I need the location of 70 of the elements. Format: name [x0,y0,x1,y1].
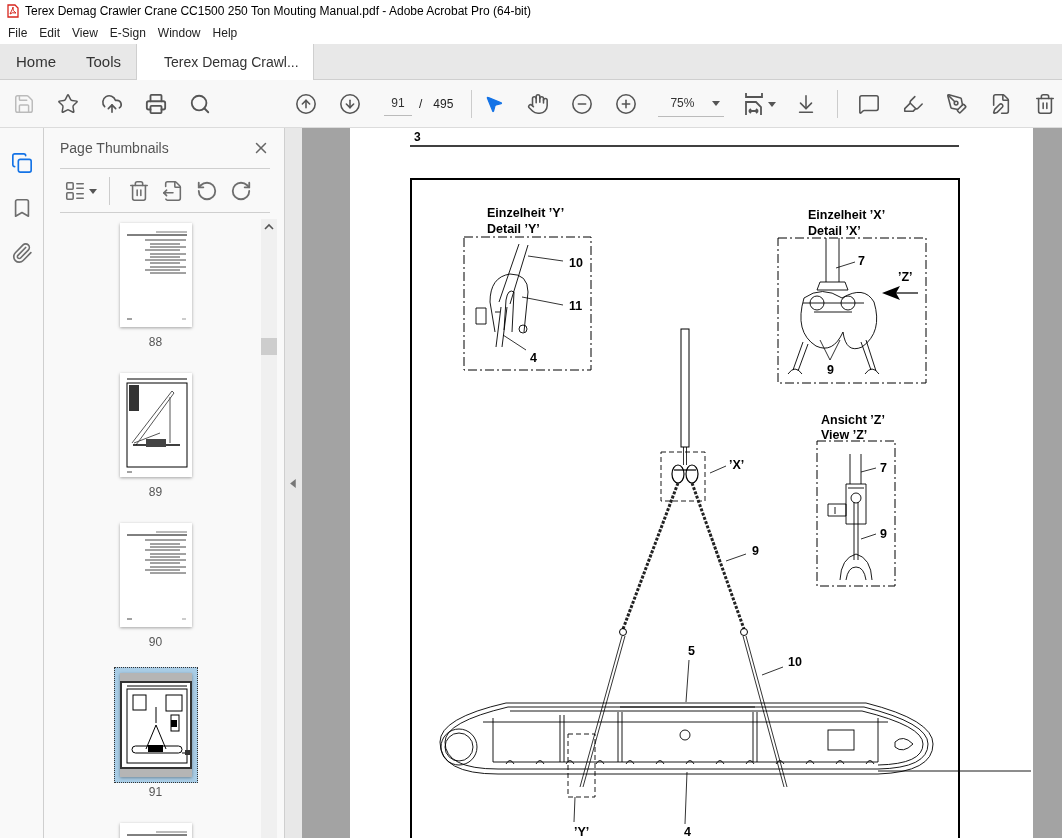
diagram-label: Detail ’X’ [808,224,861,238]
diagram-label: View ’Z’ [821,428,868,442]
paperclip-icon [10,242,33,264]
menu-item[interactable]: E-Sign [103,26,152,40]
diagram-label: ’X’ [729,458,745,472]
section-number: 3 [414,130,421,144]
page-out-icon [162,179,184,202]
speech-bubble-icon [858,92,881,115]
page-number-label: 88 [148,334,163,350]
caret-icon [712,99,721,107]
page-number-label: 89 [148,484,163,500]
menu-item[interactable]: View [66,26,104,40]
diagram-label: 4 [684,825,691,838]
trash-icon [128,179,150,202]
diagram-label: 4 [530,351,537,365]
caret-icon [89,186,97,195]
page-number-label: 90 [148,634,163,650]
star-icon [57,92,79,115]
rotate-left-icon [196,179,218,202]
save-icon [13,92,35,115]
fit-page-icon [744,91,765,116]
menu-item[interactable]: File [2,26,34,40]
diagram-label: 9 [827,363,834,377]
diagram-label: 10 [788,655,802,669]
menu-item[interactable]: Help [206,26,244,40]
menu-item[interactable]: Window [151,26,207,40]
pages-icon [10,152,33,174]
tab[interactable]: Terex Demag Crawl... [136,44,315,80]
diagram-label: ’Y’ [574,825,590,838]
list-icon [64,179,86,202]
diagram-label: Detail ’Y’ [487,222,540,236]
scroll-up-icon [264,223,274,231]
minus-icon [571,92,594,115]
pen-nib-icon [946,92,969,115]
diagram-label: 5 [688,644,695,658]
menu-item[interactable]: Edit [33,26,67,40]
page-number-label: 91 [148,784,163,800]
page-thumbnail[interactable] [113,667,198,783]
arrow-up-icon [295,92,317,115]
diagram-label: 10 [569,256,583,270]
page-separator: / [419,96,423,111]
scrollbar-thumb[interactable] [261,338,277,355]
diagram-label: Einzelheit ’Y’ [487,206,565,220]
cloud-upload-icon [101,92,123,115]
diagram-label: 9 [880,527,887,541]
hand-icon [527,92,550,115]
rotate-right-icon [230,179,252,202]
search-icon [189,92,211,115]
diagram-label: Ansicht ’Z’ [821,413,885,427]
diagram-label: 9 [752,544,759,558]
panel-title: Page Thumbnails [60,140,169,156]
printer-icon [145,92,167,115]
collapse-panel-handle[interactable] [285,128,302,838]
zoom-field[interactable]: 75% [658,90,725,117]
diagram-label: Einzelheit ’X’ [808,208,886,222]
tab[interactable]: Home [0,44,71,79]
diagram-label: 11 [569,299,583,313]
diagram-label: 7 [858,254,865,268]
page-total: 495 [433,96,454,111]
caret-icon [768,99,777,108]
collapse-arrow-icon [289,478,298,488]
pdf-file-icon [7,4,19,18]
trash-icon [1034,92,1057,115]
window-title: Terex Demag Crawler Crane CC1500 250 Ton Mouting Manual.pdf - Adobe Acrobat Pro (64-bit) [25,4,532,18]
diagram-label: 7 [880,461,887,475]
tab[interactable]: Tools [71,44,137,79]
page-number-field[interactable]: 91 [384,91,412,116]
diagram-label: ’Z’ [898,270,913,284]
arrow-down-icon [339,92,361,115]
plus-icon [615,92,638,115]
